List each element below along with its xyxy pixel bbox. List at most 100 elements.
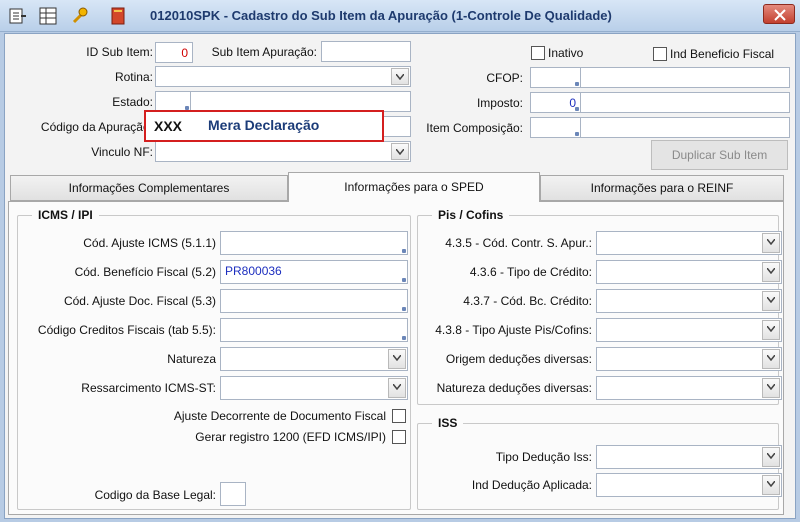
chevron-down-icon — [393, 355, 401, 361]
sub-item-apuracao-label: Sub Item Apuração: — [211, 45, 317, 59]
cod-ajuste-doc-field[interactable] — [220, 289, 408, 313]
ressarcimento-select[interactable] — [220, 376, 408, 400]
chevron-down-icon — [396, 74, 404, 80]
estado-label: Estado: — [112, 95, 153, 109]
rotina-dropdown-arrow[interactable] — [391, 68, 409, 85]
natureza-dropdown-arrow[interactable] — [388, 349, 406, 369]
chevron-down-icon — [767, 239, 775, 245]
origem-dropdown-arrow[interactable] — [762, 349, 780, 369]
vinculo-nf-select[interactable] — [155, 141, 411, 162]
cod-ajuste-doc-label: Cód. Ajuste Doc. Fiscal (5.3) — [63, 294, 216, 308]
wrench-icon[interactable] — [70, 6, 90, 26]
chevron-down-icon — [767, 384, 775, 390]
origem-select[interactable] — [596, 347, 782, 371]
tipo-ajuste-label: 4.3.8 - Tipo Ajuste Pis/Cofins: — [435, 323, 592, 337]
bc-credito-label: 4.3.7 - Cód. Bc. Crédito: — [463, 294, 592, 308]
tipo-credito-select[interactable] — [596, 260, 782, 284]
pis-cofins-group: Pis / Cofins 4.3.5 - Cód. Contr. S. Apur… — [417, 208, 782, 405]
duplicar-sub-item-button[interactable]: Duplicar Sub Item — [651, 140, 788, 170]
cod-ajuste-icms-field[interactable] — [220, 231, 408, 255]
cod-beneficio-field[interactable]: PR800036 — [220, 260, 408, 284]
imposto-label: Imposto: — [476, 96, 523, 110]
vinculo-nf-dropdown-arrow[interactable] — [391, 143, 409, 160]
iss-title: ISS — [432, 416, 464, 430]
natureza-select[interactable] — [220, 347, 408, 371]
natureza-deducoes-select[interactable] — [596, 376, 782, 400]
codigo-creditos-label: Código Creditos Fiscais (tab 5.5): — [37, 323, 216, 337]
tipo-deducao-select[interactable] — [596, 445, 782, 469]
id-sub-item-field[interactable]: 0 — [155, 42, 193, 63]
codigo-creditos-field[interactable] — [220, 318, 408, 342]
codigo-base-legal-field[interactable] — [220, 482, 246, 506]
cod-beneficio-label: Cód. Benefício Fiscal (5.2) — [74, 265, 216, 279]
tipo-ajuste-dropdown-arrow[interactable] — [762, 320, 780, 340]
grid-icon[interactable] — [38, 6, 58, 26]
item-composicao-code-field[interactable] — [530, 117, 581, 138]
codigo-base-legal-label: Codigo da Base Legal: — [94, 488, 216, 502]
cod-beneficio-value: PR800036 — [225, 264, 282, 278]
tipo-deducao-label: Tipo Dedução Iss: — [495, 450, 592, 464]
chevron-down-icon — [767, 268, 775, 274]
window-title: 012010SPK - Cadastro do Sub Item da Apur… — [150, 8, 612, 23]
rotina-select[interactable] — [155, 66, 411, 87]
natureza-deducoes-dropdown-arrow[interactable] — [762, 378, 780, 398]
tab-informacoes-reinf[interactable]: Informações para o REINF — [540, 175, 784, 201]
tab-container: Informações Complementares Informações p… — [8, 172, 784, 515]
bc-credito-dropdown-arrow[interactable] — [762, 291, 780, 311]
close-button[interactable] — [763, 4, 795, 24]
chevron-down-icon — [767, 355, 775, 361]
item-composicao-label: Item Composição: — [426, 121, 523, 135]
app-window: 012010SPK - Cadastro do Sub Item da Apur… — [0, 0, 800, 522]
tipo-credito-label: 4.3.6 - Tipo de Crédito: — [469, 265, 592, 279]
codigo-apuracao-label: Código da Apuração: — [40, 120, 153, 134]
tab-informacoes-sped[interactable]: Informações para o SPED — [288, 172, 540, 202]
contr-label: 4.3.5 - Cód. Contr. S. Apur.: — [445, 236, 592, 250]
tab-informacoes-complementares[interactable]: Informações Complementares — [10, 175, 288, 201]
tipo-deducao-dropdown-arrow[interactable] — [762, 447, 780, 467]
window-menu-icon[interactable] — [8, 6, 28, 26]
iss-group: ISS Tipo Dedução Iss: Ind Dedução Aplica… — [417, 416, 782, 510]
imposto-code-field[interactable]: 0 — [530, 92, 581, 113]
tipo-credito-dropdown-arrow[interactable] — [762, 262, 780, 282]
ind-beneficio-label: Ind Beneficio Fiscal — [670, 47, 775, 61]
estado-desc-field[interactable] — [190, 91, 411, 112]
ind-deducao-label: Ind Dedução Aplicada: — [471, 478, 592, 492]
imposto-desc-field[interactable] — [580, 92, 790, 113]
gerar-registro-checkbox[interactable] — [392, 430, 406, 444]
ressarcimento-label: Ressarcimento ICMS-ST: — [81, 381, 216, 395]
book-icon[interactable] — [108, 6, 128, 26]
close-icon — [774, 9, 786, 21]
gerar-registro-label: Gerar registro 1200 (EFD ICMS/IPI) — [195, 430, 386, 444]
tipo-ajuste-select[interactable] — [596, 318, 782, 342]
cfop-desc-field[interactable] — [580, 67, 790, 88]
title-bar: 012010SPK - Cadastro do Sub Item da Apur… — [0, 0, 800, 32]
contr-select[interactable] — [596, 231, 782, 255]
chevron-down-icon — [767, 453, 775, 459]
tab-panel-sped: ICMS / IPI Cód. Ajuste ICMS (5.1.1) Cód.… — [8, 201, 784, 515]
ind-beneficio-checkbox[interactable] — [653, 47, 667, 61]
codigo-apuracao-highlight[interactable]: XXX Mera Declaração — [144, 110, 384, 142]
inativo-checkbox[interactable] — [531, 46, 545, 60]
natureza-label: Natureza — [167, 352, 216, 366]
icms-ipi-group: ICMS / IPI Cód. Ajuste ICMS (5.1.1) Cód.… — [17, 208, 411, 510]
chevron-down-icon — [396, 149, 404, 155]
estado-code-field[interactable] — [155, 91, 191, 112]
chevron-down-icon — [767, 481, 775, 487]
contr-dropdown-arrow[interactable] — [762, 233, 780, 253]
chevron-down-icon — [767, 326, 775, 332]
ressarcimento-dropdown-arrow[interactable] — [388, 378, 406, 398]
codigo-apuracao-code: XXX — [154, 118, 183, 134]
item-composicao-desc-field[interactable] — [580, 117, 790, 138]
ajuste-decorrente-checkbox[interactable] — [392, 409, 406, 423]
id-sub-item-value: 0 — [181, 46, 188, 60]
chevron-down-icon — [767, 297, 775, 303]
ind-deducao-dropdown-arrow[interactable] — [762, 475, 780, 495]
ind-deducao-select[interactable] — [596, 473, 782, 497]
origem-label: Origem deduções diversas: — [445, 352, 592, 366]
chevron-down-icon — [393, 384, 401, 390]
bc-credito-select[interactable] — [596, 289, 782, 313]
rotina-label: Rotina: — [114, 70, 153, 84]
cfop-code-field[interactable] — [530, 67, 581, 88]
id-sub-item-label: ID Sub Item: — [86, 45, 153, 59]
sub-item-apuracao-field[interactable] — [321, 41, 411, 62]
